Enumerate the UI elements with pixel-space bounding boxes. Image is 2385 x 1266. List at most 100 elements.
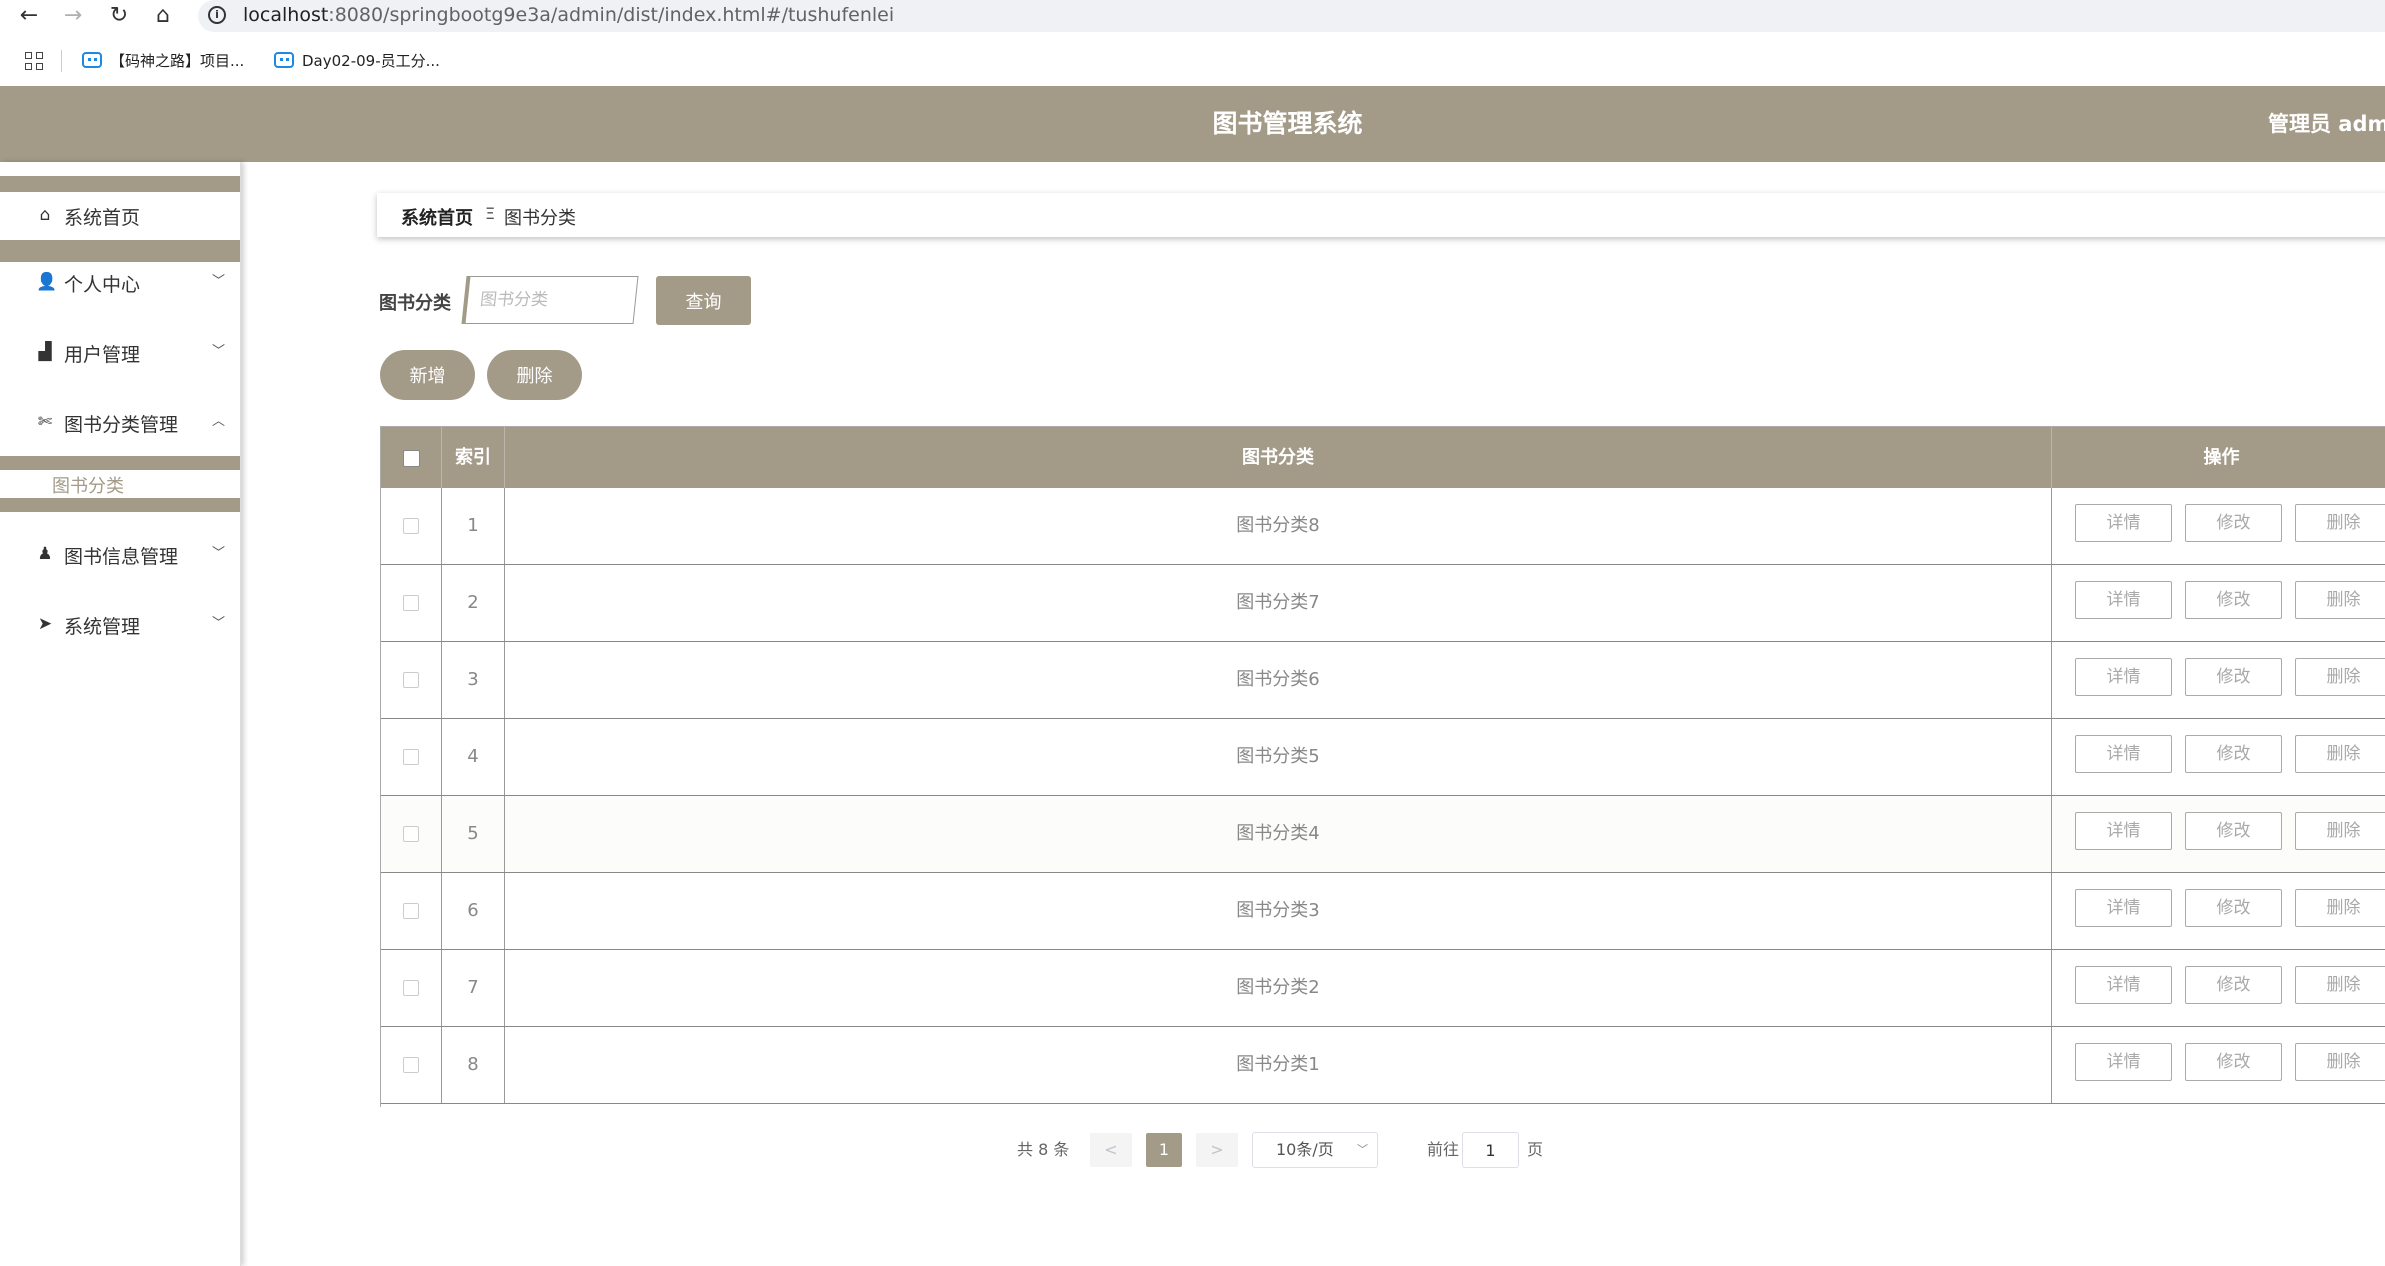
page-size-select[interactable]: 10条/页 ﹀ [1252,1132,1378,1168]
checkbox[interactable] [403,595,419,611]
chevron-down-icon: ﹀ [212,344,226,359]
row-category: 图书分类8 [505,488,2052,564]
apps-grid-icon[interactable] [25,52,43,70]
edit-button[interactable]: 修改 [2185,735,2282,773]
paint-roller-icon: ▟ [38,342,52,362]
checkbox[interactable] [402,449,420,467]
row-select[interactable] [381,873,442,949]
delete-button[interactable]: 删除 [2295,889,2385,927]
batch-delete-button[interactable]: 删除 [487,350,582,400]
row-select[interactable] [381,642,442,718]
sidebar-item-book-info-management[interactable]: ♟ 图书信息管理 ﹀ [0,520,240,590]
next-page-button[interactable]: > [1196,1133,1238,1167]
row-select[interactable] [381,950,442,1026]
reload-icon[interactable]: ↻ [104,0,134,34]
row-operations: 详情 修改 删除 [2052,719,2385,795]
row-index: 1 [442,488,505,564]
goto-label: 前往 [1427,1140,1460,1159]
page-number-1[interactable]: 1 [1146,1133,1182,1167]
delete-button[interactable]: 删除 [2295,735,2385,773]
sidebar-item-user-management[interactable]: ▟ 用户管理 ﹀ [0,318,240,388]
row-index: 6 [442,873,505,949]
delete-button[interactable]: 删除 [2295,966,2385,1004]
row-index: 5 [442,796,505,872]
checkbox[interactable] [403,826,419,842]
row-select[interactable] [381,565,442,641]
add-button[interactable]: 新增 [380,350,475,400]
home-icon: ⌂ [39,205,51,225]
row-index: 3 [442,642,505,718]
checkbox[interactable] [403,1057,419,1073]
bookmark-item[interactable]: Day02-09-员工分... [274,49,440,73]
delete-button[interactable]: 删除 [2295,1043,2385,1081]
row-select[interactable] [381,719,442,795]
row-category: 图书分类5 [505,719,2052,795]
header-index: 索引 [442,427,505,488]
admin-user-label[interactable]: 管理员 admi [2268,86,2385,162]
table-row: 1 图书分类8 详情 修改 删除 [381,488,2385,565]
sidebar-item-system-management[interactable]: ➤ 系统管理 ﹀ [0,590,240,660]
delete-button[interactable]: 删除 [2295,658,2385,696]
bookmark-item[interactable]: 【码神之路】项目... [82,49,244,73]
bookmark-separator [61,50,62,72]
sidebar-item-category-management[interactable]: ✄ 图书分类管理 ︿ [0,388,240,458]
checkbox[interactable] [403,980,419,996]
breadcrumb-separator: Ξ [485,204,496,223]
detail-button[interactable]: 详情 [2075,812,2172,850]
edit-button[interactable]: 修改 [2185,812,2282,850]
user-icon: 👤 [36,272,58,292]
paper-plane-icon: ➤ [37,614,53,634]
search-button[interactable]: 查询 [656,276,751,325]
prev-page-button[interactable]: < [1090,1133,1132,1167]
edit-button[interactable]: 修改 [2185,966,2282,1004]
checkbox[interactable] [403,518,419,534]
edit-button[interactable]: 修改 [2185,1043,2282,1081]
browser-address-bar: ← → ↻ ⌂ i localhost:8080/springbootg9e3a… [0,0,2385,34]
edit-button[interactable]: 修改 [2185,581,2282,619]
chevron-down-icon: ﹀ [1357,1143,1368,1156]
sidebar-subitem-book-category[interactable]: 图书分类 [0,470,240,498]
ticket-icon: ✄ [37,412,53,432]
delete-button[interactable]: 删除 [2295,504,2385,542]
checkbox[interactable] [403,672,419,688]
detail-button[interactable]: 详情 [2075,889,2172,927]
table-row: 4 图书分类5 详情 修改 删除 [381,719,2385,796]
header-select-all[interactable] [381,427,442,488]
goto-page-input[interactable] [1462,1132,1519,1168]
site-info-icon[interactable]: i [208,6,226,24]
chevron-down-icon: ﹀ [212,274,226,289]
detail-button[interactable]: 详情 [2075,658,2172,696]
checkbox[interactable] [403,903,419,919]
url-text[interactable]: localhost:8080/springbootg9e3a/admin/dis… [243,4,894,26]
delete-button[interactable]: 删除 [2295,581,2385,619]
row-operations: 详情 修改 删除 [2052,873,2385,949]
sidebar-item-personal-center[interactable]: 👤 个人中心 ﹀ [0,248,240,318]
app-title: 图书管理系统 [1212,109,1363,138]
category-search-input[interactable] [461,276,639,324]
row-operations: 详情 修改 删除 [2052,950,2385,1026]
delete-button[interactable]: 删除 [2295,812,2385,850]
detail-button[interactable]: 详情 [2075,966,2172,1004]
back-arrow-icon[interactable]: ← [14,0,44,34]
row-category: 图书分类2 [505,950,2052,1026]
row-category: 图书分类7 [505,565,2052,641]
edit-button[interactable]: 修改 [2185,658,2282,696]
checkbox[interactable] [403,749,419,765]
forward-arrow-icon[interactable]: → [58,0,88,34]
row-select[interactable] [381,1027,442,1103]
row-operations: 详情 修改 删除 [2052,1027,2385,1103]
row-index: 8 [442,1027,505,1103]
detail-button[interactable]: 详情 [2075,504,2172,542]
detail-button[interactable]: 详情 [2075,1043,2172,1081]
breadcrumb-home-link[interactable]: 系统首页 [401,204,473,230]
detail-button[interactable]: 详情 [2075,735,2172,773]
sidebar-item-home[interactable]: ⌂ 系统首页 [0,192,240,240]
home-browser-icon[interactable]: ⌂ [148,0,178,34]
row-category: 图书分类3 [505,873,2052,949]
detail-button[interactable]: 详情 [2075,581,2172,619]
edit-button[interactable]: 修改 [2185,504,2282,542]
edit-button[interactable]: 修改 [2185,889,2282,927]
row-select[interactable] [381,796,442,872]
header-category: 图书分类 [505,427,2052,488]
row-select[interactable] [381,488,442,564]
